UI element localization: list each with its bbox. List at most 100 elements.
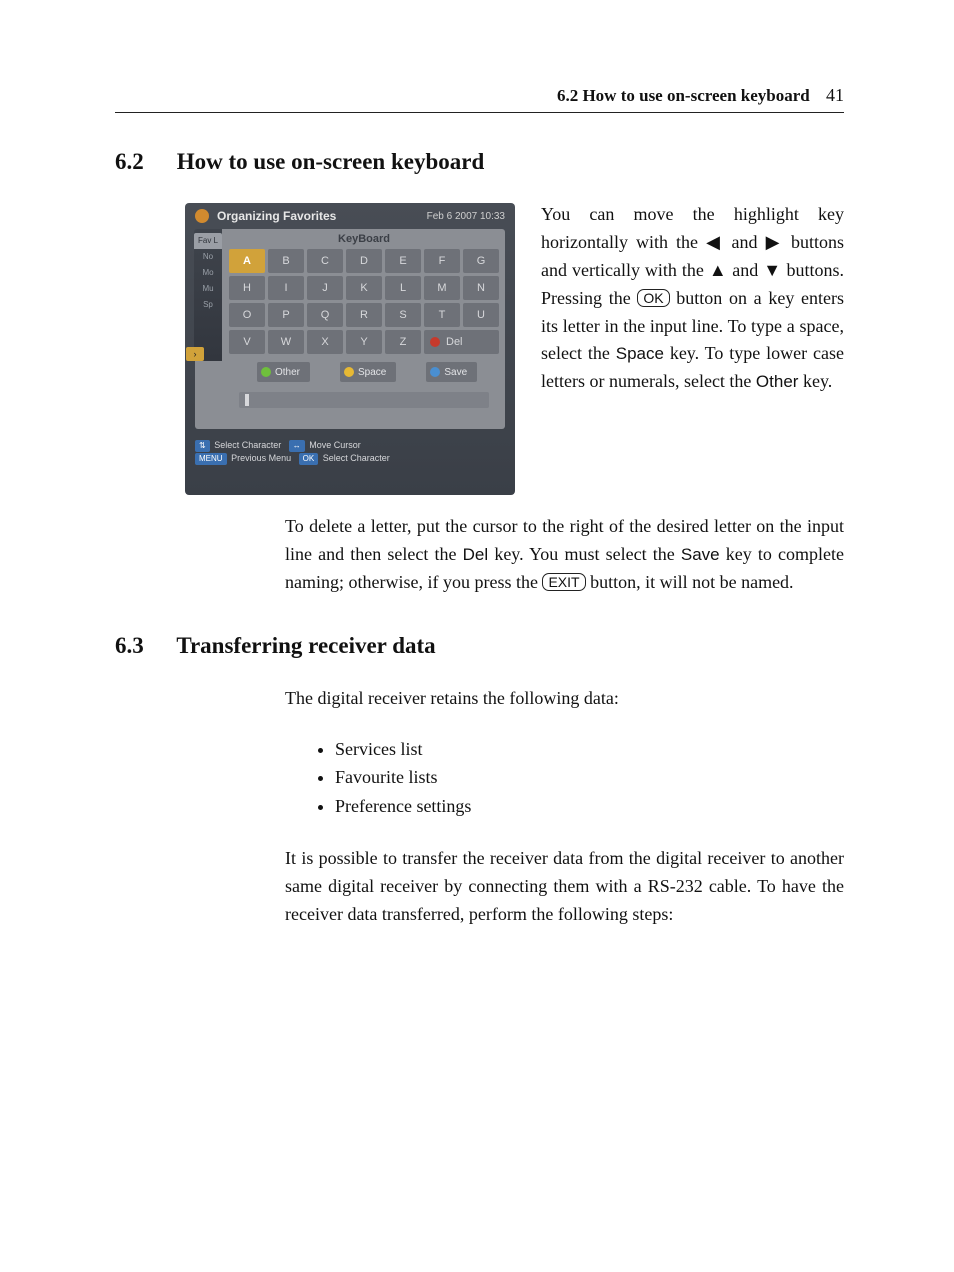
- running-header-title: 6.2 How to use on-screen keyboard: [557, 86, 810, 105]
- key-s[interactable]: S: [385, 303, 421, 327]
- keyboard-input-line: [239, 392, 489, 408]
- key-v[interactable]: V: [229, 330, 265, 354]
- key-m[interactable]: M: [424, 276, 460, 300]
- list-item: Preference settings: [335, 792, 844, 821]
- save-keyname: Save: [681, 545, 720, 564]
- key-j[interactable]: J: [307, 276, 343, 300]
- section-6-3-title: Transferring receiver data: [176, 633, 435, 658]
- screenshot-legend: ⇅ Select Character ↔ Move Cursor MENU Pr…: [195, 439, 505, 465]
- up-arrow-icon: ▲: [709, 260, 727, 280]
- key-y[interactable]: Y: [346, 330, 382, 354]
- text: key.: [798, 371, 832, 391]
- right-arrow-icon: ▶: [766, 232, 783, 252]
- legend-select-char-2: Select Character: [323, 453, 390, 463]
- key-d[interactable]: D: [346, 249, 382, 273]
- side-tab: Mu: [194, 281, 222, 297]
- legend-select-char: Select Character: [214, 440, 281, 450]
- text: and: [723, 232, 765, 252]
- text: button, it will not be named.: [586, 572, 794, 592]
- text: and: [727, 260, 763, 280]
- softkey-save[interactable]: Save: [426, 362, 477, 382]
- section-6-2-para1: You can move the highlight key horizonta…: [541, 201, 844, 396]
- menu-pill: MENU: [195, 453, 227, 465]
- down-arrow-icon: ▼: [763, 260, 781, 280]
- key-b[interactable]: B: [268, 249, 304, 273]
- screenshot-timestamp: Feb 6 2007 10:33: [427, 211, 505, 222]
- softkey-space-label: Space: [358, 367, 386, 378]
- softkey-other[interactable]: Other: [257, 362, 310, 382]
- key-e[interactable]: E: [385, 249, 421, 273]
- softkey-space[interactable]: Space: [340, 362, 396, 382]
- key-r[interactable]: R: [346, 303, 382, 327]
- legend-prev-menu: Previous Menu: [231, 453, 291, 463]
- ok-button-glyph: OK: [637, 289, 669, 307]
- key-p[interactable]: P: [268, 303, 304, 327]
- key-l[interactable]: L: [385, 276, 421, 300]
- key-u[interactable]: U: [463, 303, 499, 327]
- titlebar-icon: [195, 209, 209, 223]
- legend-move-cursor: Move Cursor: [309, 440, 361, 450]
- del-keyname: Del: [463, 545, 489, 564]
- screenshot-title: Organizing Favorites: [217, 209, 336, 223]
- key-w[interactable]: W: [268, 330, 304, 354]
- updown-pill-icon: ⇅: [195, 440, 210, 452]
- softkey-other-label: Other: [275, 367, 300, 378]
- list-item: Favourite lists: [335, 763, 844, 792]
- keyboard-keys: A B C D E F G H I J K L M N: [227, 249, 501, 354]
- section-6-2-number: 6.2: [115, 149, 171, 175]
- side-tab: No: [194, 249, 222, 265]
- key-i[interactable]: I: [268, 276, 304, 300]
- side-tab: Mo: [194, 265, 222, 281]
- onscreen-keyboard-screenshot: Organizing Favorites Feb 6 2007 10:33 Fa…: [185, 203, 515, 495]
- ok-pill: OK: [299, 453, 319, 465]
- section-6-3-heading: 6.3 Transferring receiver data: [115, 633, 844, 659]
- section-6-3-list: Services list Favourite lists Preference…: [115, 735, 844, 821]
- screenshot-panel: Fav L No Mo Mu Sp › KeyBoard A B C D: [195, 229, 505, 429]
- green-dot-icon: [261, 367, 271, 377]
- key-k[interactable]: K: [346, 276, 382, 300]
- section-6-2-heading: 6.2 How to use on-screen keyboard: [115, 149, 844, 175]
- screenshot-side-tabs: Fav L No Mo Mu Sp ›: [194, 229, 222, 361]
- section-6-3-number: 6.3: [115, 633, 171, 659]
- legend-line-1: ⇅ Select Character ↔ Move Cursor: [195, 439, 505, 452]
- legend-line-2: MENU Previous Menu OK Select Character: [195, 452, 505, 465]
- list-item: Services list: [335, 735, 844, 764]
- key-q[interactable]: Q: [307, 303, 343, 327]
- running-header: 6.2 How to use on-screen keyboard 41: [115, 85, 844, 113]
- key-z[interactable]: Z: [385, 330, 421, 354]
- other-keyname: Other: [756, 372, 799, 391]
- key-a[interactable]: A: [229, 249, 265, 273]
- key-o[interactable]: O: [229, 303, 265, 327]
- left-arrow-icon: ◀: [706, 232, 723, 252]
- key-x[interactable]: X: [307, 330, 343, 354]
- yellow-dot-icon: [344, 367, 354, 377]
- section-6-2-title: How to use on-screen keyboard: [177, 149, 485, 174]
- side-tab: Sp: [194, 297, 222, 313]
- side-tab-highlight-icon: ›: [186, 347, 204, 361]
- text: key. You must select the: [488, 544, 681, 564]
- side-tab: Fav L: [194, 233, 222, 249]
- screenshot-titlebar: Organizing Favorites Feb 6 2007 10:33: [185, 203, 515, 227]
- key-n[interactable]: N: [463, 276, 499, 300]
- key-g[interactable]: G: [463, 249, 499, 273]
- caret-icon: [245, 394, 249, 406]
- exit-button-glyph: EXIT: [542, 573, 585, 591]
- key-t[interactable]: T: [424, 303, 460, 327]
- del-dot-icon: [430, 337, 440, 347]
- key-del[interactable]: Del: [424, 330, 499, 354]
- key-del-label: Del: [446, 336, 463, 348]
- softkey-row: Other Space Save: [257, 362, 499, 382]
- leftright-pill-icon: ↔: [289, 440, 305, 452]
- running-header-page: 41: [826, 85, 844, 105]
- section-6-3-intro: The digital receiver retains the followi…: [115, 685, 844, 713]
- softkey-save-label: Save: [444, 367, 467, 378]
- keyboard-panel: KeyBoard A B C D E F G H I J K: [227, 229, 501, 382]
- section-6-3-para: It is possible to transfer the receiver …: [115, 845, 844, 929]
- section-6-2-para2: To delete a letter, put the cursor to th…: [115, 513, 844, 597]
- blue-dot-icon: [430, 367, 440, 377]
- keyboard-header: KeyBoard: [227, 229, 501, 249]
- section-6-2-body: Organizing Favorites Feb 6 2007 10:33 Fa…: [115, 201, 844, 495]
- key-h[interactable]: H: [229, 276, 265, 300]
- key-f[interactable]: F: [424, 249, 460, 273]
- key-c[interactable]: C: [307, 249, 343, 273]
